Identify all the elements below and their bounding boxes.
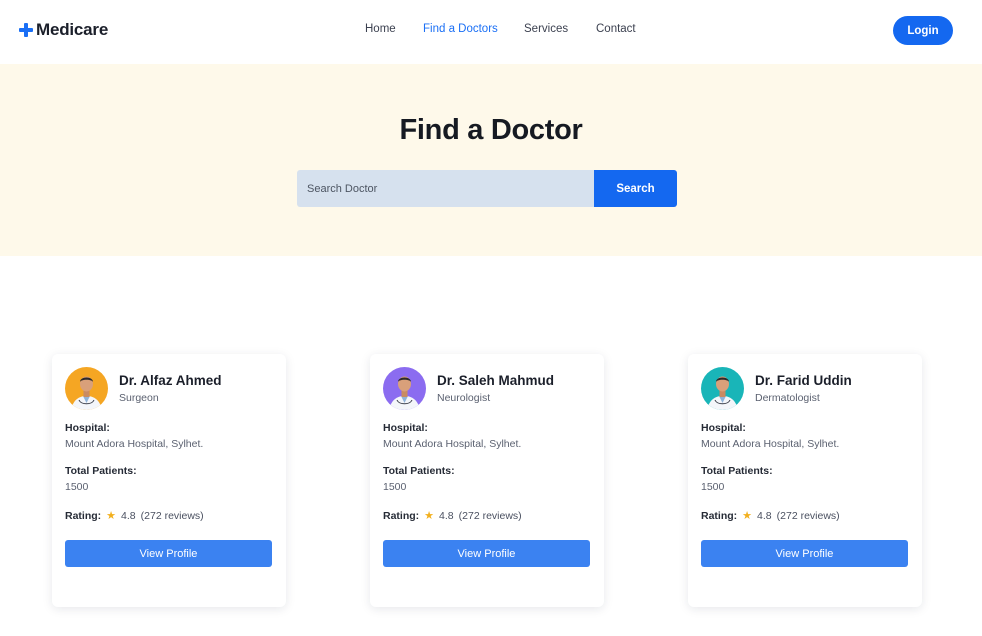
patients-value: 1500 [701,481,725,493]
rating-reviews: (272 reviews) [776,509,840,522]
patients-value: 1500 [65,481,89,493]
doctor-card: Dr. Farid Uddin Dermatologist Hospital: … [688,354,922,607]
hero-section: Find a Doctor Search [0,64,982,256]
doctor-name[interactable]: Dr. Saleh Mahmud [437,373,554,388]
view-profile-button[interactable]: View Profile [65,540,272,567]
doctor-specialty: Neurologist [437,392,491,404]
doctor-portrait-icon [383,367,426,410]
doctor-avatar [383,367,426,410]
hospital-label: Hospital: [65,422,110,434]
hospital-value: Mount Adora Hospital, Sylhet. [701,438,840,450]
search-input[interactable] [297,170,594,207]
rating-value: 4.8 [439,509,454,522]
rating-row: Rating: ★ 4.8 (272 reviews) [701,509,840,523]
hospital-value: Mount Adora Hospital, Sylhet. [65,438,204,450]
hospital-value: Mount Adora Hospital, Sylhet. [383,438,522,450]
doctor-portrait-icon [701,367,744,410]
doctor-name[interactable]: Dr. Farid Uddin [755,373,852,388]
doctor-avatar [701,367,744,410]
search-button[interactable]: Search [594,170,677,207]
rating-value: 4.8 [757,509,772,522]
patients-label: Total Patients: [383,465,455,477]
nav-link-contact[interactable]: Contact [596,23,636,35]
doctor-portrait-icon [65,367,108,410]
star-icon: ★ [424,510,435,522]
rating-label: Rating: [701,509,738,522]
patients-label: Total Patients: [701,465,773,477]
doctor-specialty: Dermatologist [755,392,820,404]
view-profile-button[interactable]: View Profile [383,540,590,567]
nav-link-services[interactable]: Services [524,23,568,35]
hospital-label: Hospital: [383,422,428,434]
nav-links: Home Find a Doctors Services Contact [0,23,982,39]
star-icon: ★ [742,510,753,522]
rating-row: Rating: ★ 4.8 (272 reviews) [383,509,522,523]
patients-label: Total Patients: [65,465,137,477]
rating-reviews: (272 reviews) [458,509,522,522]
rating-value: 4.8 [121,509,136,522]
rating-row: Rating: ★ 4.8 (272 reviews) [65,509,204,523]
search-bar: Search [297,170,677,207]
login-button[interactable]: Login [893,16,953,45]
nav-link-home[interactable]: Home [365,23,396,35]
view-profile-button[interactable]: View Profile [701,540,908,567]
rating-label: Rating: [383,509,420,522]
star-icon: ★ [106,510,117,522]
rating-reviews: (272 reviews) [140,509,204,522]
doctor-card: Dr. Alfaz Ahmed Surgeon Hospital: Mount … [52,354,286,607]
patients-value: 1500 [383,481,407,493]
nav-link-find-doctors[interactable]: Find a Doctors [423,23,498,35]
hospital-label: Hospital: [701,422,746,434]
rating-label: Rating: [65,509,102,522]
page-title: Find a Doctor [399,114,583,146]
doctor-card: Dr. Saleh Mahmud Neurologist Hospital: M… [370,354,604,607]
navbar: Medicare Home Find a Doctors Services Co… [0,0,982,64]
doctor-avatar [65,367,108,410]
doctor-specialty: Surgeon [119,392,159,404]
doctor-name[interactable]: Dr. Alfaz Ahmed [119,373,222,388]
